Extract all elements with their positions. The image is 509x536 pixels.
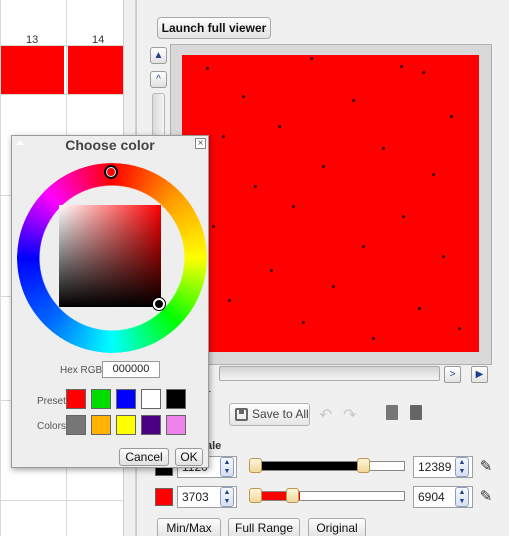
next-arrow-icon[interactable]: > [444, 366, 461, 383]
eyedropper-icon[interactable]: ✎ [477, 488, 495, 506]
channel-max-handle[interactable] [286, 488, 299, 503]
image-frame [170, 44, 492, 365]
channel-range-fill [253, 462, 368, 470]
last-page-icon[interactable]: ▶ [471, 366, 488, 383]
day-number: 14 [92, 34, 105, 46]
channel-max-handle[interactable] [357, 458, 370, 473]
channel-min-handle[interactable] [249, 458, 262, 473]
channel-min-stepper[interactable]: ▲ ▼ [220, 487, 234, 507]
ok-button[interactable]: OK [175, 448, 203, 466]
eyedropper-icon[interactable]: ✎ [477, 458, 495, 476]
preset-color-swatch[interactable] [141, 389, 161, 409]
grid-line [0, 94, 123, 95]
colors-label: Colors [37, 421, 66, 432]
preset-color-swatch[interactable] [66, 415, 86, 435]
hex-input[interactable]: 000000 [102, 361, 160, 378]
channel-min-stepper[interactable]: ▲ ▼ [220, 457, 234, 477]
saturation-value-marker[interactable] [153, 298, 165, 310]
original-button[interactable]: Original [308, 518, 366, 536]
preset-color-swatch[interactable] [141, 415, 161, 435]
undo-icon[interactable]: ↶ [319, 405, 332, 425]
channel-color-swatch[interactable] [155, 488, 173, 506]
image-canvas[interactable] [182, 55, 479, 352]
save-disk-icon [235, 408, 248, 421]
grid-line [0, 500, 123, 501]
preset-color-swatch[interactable] [91, 415, 111, 435]
channel-range-slider[interactable] [249, 491, 405, 501]
close-icon[interactable]: × [195, 138, 206, 149]
t-slider[interactable] [219, 366, 440, 381]
copy-icon[interactable] [386, 405, 398, 420]
preset-label: Preset [37, 396, 66, 407]
choose-color-dialog: Choose color × Hex RGB 000000 Preset Col… [11, 135, 209, 468]
preset-color-swatch[interactable] [116, 389, 136, 409]
day-number: 13 [26, 34, 39, 46]
channel-range-slider[interactable] [249, 461, 405, 471]
preset-color-swatch[interactable] [66, 389, 86, 409]
preset-color-swatch[interactable] [166, 415, 186, 435]
hue-marker[interactable] [104, 165, 118, 179]
up-arrow-icon[interactable]: ^ [150, 71, 167, 88]
cancel-button[interactable]: Cancel [119, 448, 169, 466]
dialog-title: Choose color [65, 137, 155, 153]
calendar-event[interactable] [68, 46, 123, 94]
launch-full-viewer-button[interactable]: Launch full viewer [157, 17, 271, 39]
save-to-all-label: Save to All [252, 407, 309, 421]
save-to-all-button[interactable]: Save to All [229, 403, 310, 426]
preset-color-swatch[interactable] [166, 389, 186, 409]
preset-color-swatch[interactable] [91, 389, 111, 409]
full-range-button[interactable]: Full Range [228, 518, 300, 536]
min-max-button[interactable]: Min/Max [157, 518, 221, 536]
saturation-value-square[interactable] [59, 205, 161, 307]
channel-min-handle[interactable] [249, 488, 262, 503]
collapse-icon[interactable]: ▲ [150, 47, 167, 64]
calendar-event[interactable] [1, 46, 64, 94]
hex-label: Hex RGB [60, 365, 103, 376]
preset-color-swatch[interactable] [116, 415, 136, 435]
redo-icon[interactable]: ↷ [343, 405, 356, 425]
channel-max-stepper[interactable]: ▲ ▼ [455, 457, 469, 477]
paste-icon[interactable] [410, 405, 422, 420]
channel-max-stepper[interactable]: ▲ ▼ [455, 487, 469, 507]
